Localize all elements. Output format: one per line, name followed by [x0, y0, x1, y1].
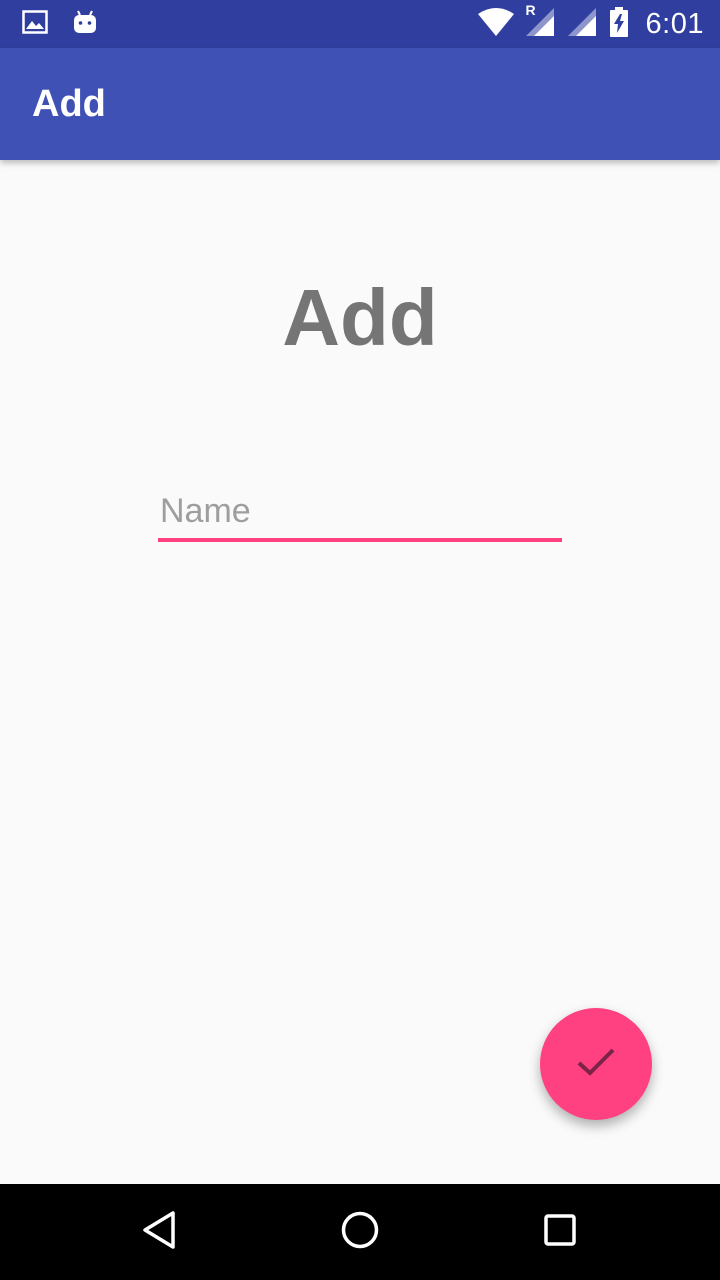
home-icon: [340, 1210, 380, 1255]
status-left-icons: [22, 8, 98, 40]
recents-button[interactable]: [536, 1208, 584, 1256]
battery-charging-icon: [609, 6, 628, 42]
name-input[interactable]: [158, 484, 562, 538]
status-right-icons: R 6:01: [477, 0, 704, 48]
signal-roaming-icon: R: [525, 2, 556, 41]
toolbar-title: Add: [32, 83, 106, 125]
confirm-fab-button[interactable]: [540, 1008, 652, 1120]
recents-icon: [540, 1210, 580, 1255]
page-heading: Add: [282, 273, 438, 362]
app-toolbar: Add: [0, 48, 720, 160]
back-button[interactable]: [136, 1208, 184, 1256]
screen: R 6:01 Add Add: [0, 0, 720, 1280]
roaming-label: R: [525, 1, 536, 18]
android-icon: [72, 9, 98, 40]
signal-icon: [567, 7, 598, 41]
status-time: 6:01: [645, 7, 704, 40]
image-icon: [22, 9, 48, 39]
check-icon: [576, 1046, 616, 1083]
status-bar: R 6:01: [0, 0, 720, 48]
home-button[interactable]: [336, 1208, 384, 1256]
back-icon: [140, 1210, 180, 1255]
name-field: [158, 484, 562, 542]
wifi-icon: [477, 7, 514, 41]
navigation-bar: [0, 1184, 720, 1280]
name-input-underline: [158, 538, 562, 542]
